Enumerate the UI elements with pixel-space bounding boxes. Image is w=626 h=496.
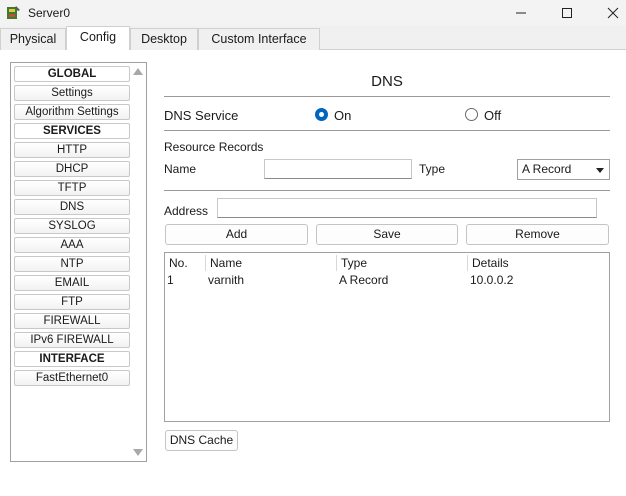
tab-physical[interactable]: Physical [0, 28, 66, 50]
column-header-no[interactable]: No. [169, 256, 188, 272]
column-separator [467, 255, 468, 271]
sidebar-item-dns[interactable]: DNS [14, 199, 130, 215]
minimize-icon [516, 12, 526, 14]
minimize-button[interactable] [504, 2, 538, 24]
chevron-down-icon [596, 168, 604, 173]
dns-on-label[interactable]: On [334, 108, 351, 123]
sidebar-item-ftp[interactable]: FTP [14, 294, 130, 310]
column-header-type[interactable]: Type [341, 256, 367, 272]
dns-panel: DNS DNS Service On Off Resource Records … [164, 50, 610, 496]
sidebar-item-http[interactable]: HTTP [14, 142, 130, 158]
scroll-up-arrow-icon[interactable] [133, 68, 143, 75]
scroll-down-arrow-icon[interactable] [133, 449, 143, 456]
sidebar-item-ipv6-firewall[interactable]: IPv6 FIREWALL [14, 332, 130, 348]
tab-custom-interface[interactable]: Custom Interface [198, 28, 320, 50]
sidebar-item-algorithm-settings[interactable]: Algorithm Settings [14, 104, 130, 120]
window-title: Server0 [28, 6, 71, 20]
dns-cache-button[interactable]: DNS Cache [165, 430, 238, 451]
sidebar-item-aaa[interactable]: AAA [14, 237, 130, 253]
column-separator [205, 255, 206, 271]
type-label: Type [419, 162, 446, 176]
close-button[interactable] [596, 2, 626, 24]
close-icon [607, 7, 619, 19]
address-input[interactable] [217, 198, 597, 218]
service-divider [164, 130, 610, 131]
config-content: GLOBAL Settings Algorithm Settings SERVI… [0, 50, 626, 496]
address-label: Address [164, 204, 209, 218]
dns-service-label: DNS Service [164, 108, 239, 123]
record-divider [164, 190, 610, 191]
remove-button[interactable]: Remove [466, 224, 609, 245]
sidebar-item-settings[interactable]: Settings [14, 85, 130, 101]
save-button[interactable]: Save [316, 224, 458, 245]
sidebar-scrollbar[interactable] [131, 64, 145, 460]
server-app-icon [7, 6, 20, 19]
maximize-button[interactable] [550, 2, 584, 24]
sidebar-item-email[interactable]: EMAIL [14, 275, 130, 291]
sidebar-item-firewall[interactable]: FIREWALL [14, 313, 130, 329]
column-header-details[interactable]: Details [472, 256, 509, 272]
maximize-icon [562, 8, 572, 18]
tab-desktop[interactable]: Desktop [130, 28, 198, 50]
dns-records-table: No. Name Type Details 1 varnith A Record… [164, 252, 610, 422]
row-details: 10.0.0.2 [470, 273, 514, 287]
dns-on-radio[interactable] [315, 108, 328, 121]
name-input[interactable] [264, 159, 412, 179]
sidebar-item-ntp[interactable]: NTP [14, 256, 130, 272]
type-select-value: A Record [522, 162, 572, 176]
title-divider [164, 96, 610, 97]
sidebar-item-dhcp[interactable]: DHCP [14, 161, 130, 177]
sidebar-item-fastethernet0[interactable]: FastEthernet0 [14, 370, 130, 386]
sidebar-header-global: GLOBAL [14, 66, 130, 82]
sidebar-header-services: SERVICES [14, 123, 130, 139]
resource-records-label: Resource Records [164, 140, 264, 154]
type-select[interactable]: A Record [517, 159, 610, 180]
add-button[interactable]: Add [165, 224, 308, 245]
tab-config[interactable]: Config [66, 26, 130, 51]
row-no: 1 [167, 273, 174, 287]
sidebar-item-tftp[interactable]: TFTP [14, 180, 130, 196]
dns-title: DNS [371, 73, 403, 90]
sidebar-item-syslog[interactable]: SYSLOG [14, 218, 130, 234]
config-sidebar: GLOBAL Settings Algorithm Settings SERVI… [10, 62, 147, 462]
column-separator [336, 255, 337, 271]
row-name: varnith [208, 273, 245, 287]
dns-off-label[interactable]: Off [484, 108, 501, 123]
row-type: A Record [339, 273, 389, 287]
tab-strip: Physical Config Desktop Custom Interface [0, 26, 626, 51]
name-label: Name [164, 162, 197, 176]
column-header-name[interactable]: Name [210, 256, 242, 272]
dns-off-radio[interactable] [465, 108, 478, 121]
sidebar-header-interface: INTERFACE [14, 351, 130, 367]
title-bar: Server0 [0, 0, 626, 26]
